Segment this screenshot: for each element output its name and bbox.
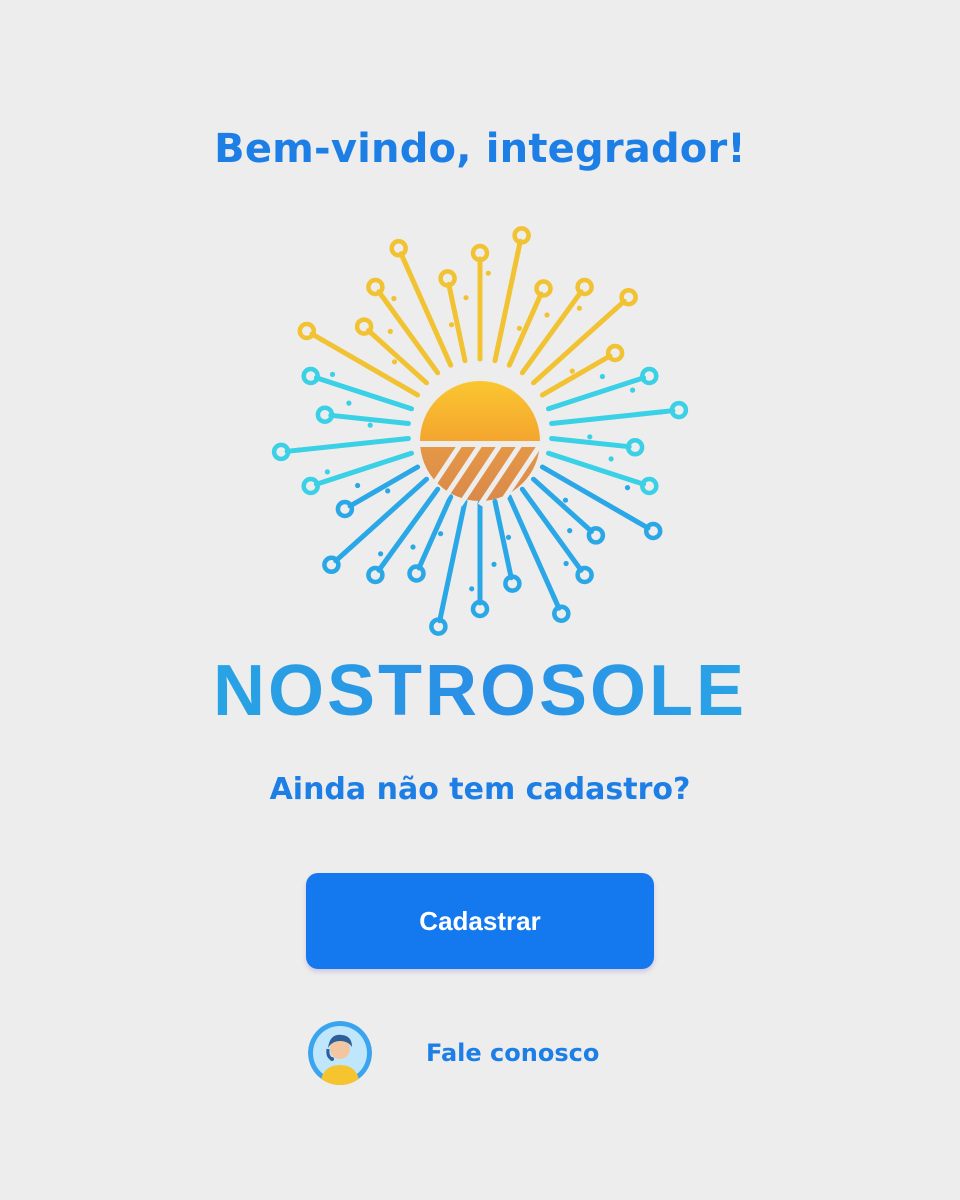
logo-dot — [387, 328, 393, 334]
logo-dot — [355, 482, 361, 489]
logo-dot — [569, 368, 575, 374]
logo-dot — [391, 295, 397, 302]
logo-ray-node — [640, 366, 659, 386]
logo-ray-node — [322, 555, 341, 575]
logo-ray-node — [669, 400, 689, 420]
logo-ray — [376, 486, 441, 573]
logo-dot — [491, 561, 497, 567]
logo-dot — [324, 469, 330, 475]
sun-circuit-logo — [271, 226, 689, 636]
logo-ray-node — [625, 438, 645, 457]
logo-ray-node — [640, 476, 659, 496]
signup-button[interactable]: Cadastrar — [306, 873, 654, 969]
logo-dot — [576, 305, 582, 311]
logo-dot — [439, 606, 445, 612]
logo-dot — [544, 312, 550, 318]
logo-dot — [469, 586, 475, 592]
logo-ray — [376, 289, 441, 376]
logo-dot — [385, 488, 391, 494]
logo-ray — [328, 412, 411, 426]
contact-link[interactable]: Fale conosco — [308, 1020, 599, 1086]
logo-dot — [342, 550, 348, 556]
logo-dot — [608, 456, 614, 462]
logo-ray — [309, 331, 421, 398]
logo-ray — [492, 238, 523, 364]
logo-dot — [599, 373, 605, 380]
logo-ray-node — [503, 574, 522, 593]
logo-dot — [551, 594, 557, 600]
logo-dot — [329, 371, 336, 377]
logo-ray — [549, 408, 676, 426]
logo-dot — [587, 434, 593, 440]
signup-question: Ainda não tem cadastro? — [269, 772, 691, 807]
support-agent-avatar-icon[interactable] — [308, 1021, 372, 1085]
logo-dot — [516, 325, 522, 331]
logo-ray — [539, 353, 613, 398]
logo-dot — [346, 400, 352, 406]
logo-ray — [284, 436, 411, 454]
logo-ray-node — [297, 321, 317, 341]
logo-ray-node — [366, 277, 385, 297]
logo-ray-node — [335, 499, 355, 519]
logo-dot — [635, 519, 641, 525]
logo-dot — [612, 306, 618, 312]
logo-dot — [563, 560, 569, 567]
contact-label[interactable]: Fale conosco — [426, 1039, 599, 1067]
logo-ray-node — [586, 526, 606, 545]
logo-dot — [378, 551, 384, 557]
logo-ray-node — [301, 366, 320, 386]
logo-ray — [366, 328, 429, 386]
logo-dot — [485, 270, 491, 276]
logo-dot — [463, 295, 469, 301]
logo-dot — [658, 409, 664, 415]
logo-ray — [519, 486, 584, 573]
logo-dot — [505, 534, 512, 540]
logo-ray-node — [301, 476, 320, 496]
logo-dot — [624, 485, 631, 491]
logo-ray-node — [575, 277, 594, 297]
welcome-title: Bem-vindo, integrador! — [214, 126, 746, 172]
logo-ray-node — [534, 279, 553, 298]
logo-ray-node — [366, 565, 385, 585]
logo-ray — [531, 476, 594, 534]
logo-ray — [539, 464, 651, 531]
logo-ray-node — [315, 405, 335, 424]
logo-ray-node — [429, 617, 448, 636]
logo-ray — [549, 436, 632, 450]
logo-ray-node — [619, 287, 638, 307]
logo-ray-node — [354, 317, 374, 336]
logo-ray-node — [407, 564, 426, 583]
logo-ray-node — [575, 565, 594, 585]
logo-ray-node — [643, 521, 663, 541]
logo-ray-node — [271, 442, 291, 462]
logo-dot — [403, 262, 409, 268]
logo-dot — [367, 422, 373, 428]
logo-dot — [319, 337, 325, 343]
logo-dot — [562, 497, 569, 503]
logo-dot — [515, 250, 521, 256]
logo-ray-node — [512, 226, 531, 245]
logo-dot — [438, 531, 444, 537]
logo-ray-node — [605, 343, 625, 363]
logo-ray — [437, 498, 468, 624]
logo-ray — [347, 464, 421, 509]
logo-dot — [410, 544, 416, 550]
logo-dot — [391, 359, 398, 365]
logo-ray-node — [552, 604, 571, 623]
logo-dot — [630, 387, 636, 393]
login-welcome-screen: Bem-vindo, integrador! NOSTROSOLE Ainda … — [0, 0, 960, 1200]
logo-dot — [448, 322, 455, 328]
logo-ray-node — [389, 239, 408, 258]
logo-ray-node — [470, 599, 490, 619]
logo-dot — [296, 447, 302, 453]
logo-ray — [519, 289, 584, 376]
logo-ray-node — [470, 243, 490, 263]
brand-wordmark: NOSTROSOLE — [0, 648, 960, 734]
logo-ray-node — [438, 269, 457, 288]
logo-dot — [567, 528, 573, 534]
